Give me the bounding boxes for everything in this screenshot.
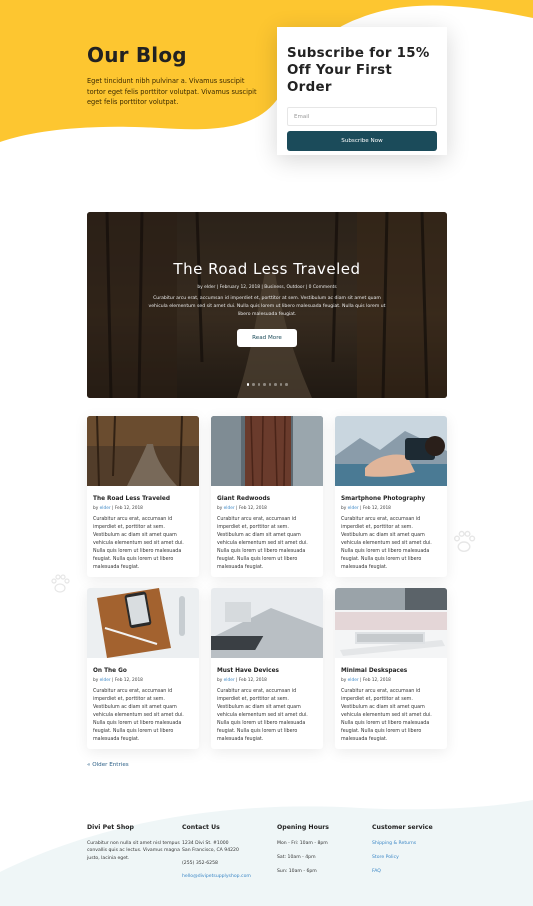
footer-link-shipping[interactable]: Shipping & Returns (372, 840, 447, 847)
post-card[interactable]: Minimal Deskspaces by elder | Feb 12, 201… (335, 588, 447, 749)
post-card-body: Smartphone Photography by elder | Feb 12,… (335, 486, 447, 572)
post-meta: by elder | Feb 12, 2018 (93, 678, 143, 683)
footer-hours-title: Opening Hours (277, 824, 329, 831)
slider-dot[interactable] (257, 383, 260, 386)
featured-post-slider[interactable]: The Road Less Traveled by elder | Februa… (87, 212, 447, 398)
page-title: Our Blog (87, 43, 187, 67)
post-title[interactable]: On The Go (93, 668, 193, 674)
footer-hours-row: Sat: 10am - 4pm (277, 855, 316, 860)
post-date: Feb 12, 2018 (238, 678, 267, 683)
post-author-link[interactable]: elder (100, 506, 111, 511)
email-placeholder: Email (294, 113, 310, 120)
slide-excerpt: Curabitur arcu erat, accumsan id imperdi… (148, 296, 386, 317)
post-card-body: The Road Less Traveled by elder | Feb 12,… (87, 486, 199, 572)
slider-dot[interactable] (274, 383, 277, 386)
post-card-body: Minimal Deskspaces by elder | Feb 12, 201… (335, 658, 447, 744)
slider-dot[interactable] (279, 383, 282, 386)
footer-email-link[interactable]: hello@divipetsupplyshop.com (182, 873, 277, 880)
post-thumbnail[interactable] (87, 416, 199, 486)
post-thumbnail[interactable] (211, 416, 323, 486)
slider-dot[interactable] (246, 383, 249, 386)
slider-dot[interactable] (285, 383, 288, 386)
hero-section: Our Blog Eget tincidunt nibh pulvinar a.… (87, 43, 262, 108)
post-card[interactable]: Smartphone Photography by elder | Feb 12,… (335, 416, 447, 577)
hero-description: Eget tincidunt nibh pulvinar a. Vivamus … (87, 77, 257, 106)
post-excerpt: Curabitur arcu erat, accumsan id imperdi… (217, 689, 308, 742)
post-date: Feb 12, 2018 (362, 678, 391, 683)
post-title[interactable]: The Road Less Traveled (93, 496, 193, 502)
post-date: Feb 12, 2018 (362, 506, 391, 511)
post-card[interactable]: The Road Less Traveled by elder | Feb 12,… (87, 416, 199, 577)
post-meta: by elder | Feb 12, 2018 (341, 678, 391, 683)
footer-phone[interactable]: (255) 352-6258 (182, 860, 277, 867)
slider-dot[interactable] (252, 383, 255, 386)
post-card-body: Must Have Devices by elder | Feb 12, 2018… (211, 658, 323, 744)
footer-hours-row: Mon - Fri: 10am - 8pm (277, 841, 328, 846)
post-thumbnail[interactable] (335, 588, 447, 658)
footer-link-faq[interactable]: FAQ (372, 868, 447, 875)
footer: Divi Pet Shop Curabitur non nulla sit am… (87, 824, 447, 880)
post-card-body: Giant Redwoods by elder | Feb 12, 2018 Cur… (211, 486, 323, 572)
subscribe-card: Subscribe for 15% Off Your First Order E… (277, 27, 447, 155)
footer-shop-text: Curabitur non nulla sit amet nisl tempus… (87, 841, 180, 861)
email-input[interactable]: Email (287, 107, 437, 126)
post-thumbnail[interactable] (211, 588, 323, 658)
footer-contact-column: Contact Us 1234 Divi St. #1000 San Franc… (182, 824, 277, 880)
post-author-link[interactable]: elder (100, 678, 111, 683)
post-excerpt: Curabitur arcu erat, accumsan id imperdi… (341, 517, 432, 570)
slide-title: The Road Less Traveled (173, 260, 361, 278)
slider-dot[interactable] (268, 383, 271, 386)
footer-address-line: San Francisco, CA 94220 (182, 848, 239, 853)
post-author-link[interactable]: elder (348, 678, 359, 683)
post-date: Feb 12, 2018 (114, 678, 143, 683)
older-entries-link[interactable]: « Older Entries (87, 762, 129, 768)
footer-service-title: Customer service (372, 824, 433, 831)
post-excerpt: Curabitur arcu erat, accumsan id imperdi… (341, 689, 432, 742)
paw-print-decoration (453, 530, 476, 553)
post-excerpt: Curabitur arcu erat, accumsan id imperdi… (93, 689, 184, 742)
post-card[interactable]: Giant Redwoods by elder | Feb 12, 2018 Cur… (211, 416, 323, 577)
footer-shop-title: Divi Pet Shop (87, 824, 134, 831)
slider-pagination (87, 383, 447, 386)
post-thumbnail[interactable] (335, 416, 447, 486)
post-author-link[interactable]: elder (224, 678, 235, 683)
post-title[interactable]: Minimal Deskspaces (341, 668, 441, 674)
post-meta: by elder | Feb 12, 2018 (217, 506, 267, 511)
post-grid: The Road Less Traveled by elder | Feb 12,… (87, 416, 447, 749)
post-card[interactable]: On The Go by elder | Feb 12, 2018 Curabitu… (87, 588, 199, 749)
slide-meta: by elder | February 12, 2018 | Business,… (197, 285, 337, 290)
post-author-link[interactable]: elder (348, 506, 359, 511)
subscribe-button[interactable]: Subscribe Now (287, 131, 437, 151)
post-meta: by elder | Feb 12, 2018 (93, 506, 143, 511)
footer-hours-column: Opening Hours Mon - Fri: 10am - 8pm Sat:… (277, 824, 372, 880)
footer-contact-title: Contact Us (182, 824, 220, 831)
read-more-button[interactable]: Read More (237, 329, 297, 347)
post-title[interactable]: Giant Redwoods (217, 496, 317, 502)
subscribe-title: Subscribe for 15% Off Your First Order (287, 46, 430, 95)
post-title[interactable]: Smartphone Photography (341, 496, 441, 502)
footer-hours-row: Sun: 10am - 6pm (277, 869, 317, 874)
post-card-body: On The Go by elder | Feb 12, 2018 Curabitu… (87, 658, 199, 744)
post-date: Feb 12, 2018 (238, 506, 267, 511)
footer-address-line: 1234 Divi St. #1000 (182, 841, 229, 846)
post-title[interactable]: Must Have Devices (217, 668, 317, 674)
post-author-link[interactable]: elder (224, 506, 235, 511)
post-meta: by elder | Feb 12, 2018 (341, 506, 391, 511)
paw-print-decoration (51, 574, 70, 593)
slider-dot[interactable] (263, 383, 266, 386)
slide-content: The Road Less Traveled by elder | Februa… (87, 260, 447, 347)
post-meta: by elder | Feb 12, 2018 (217, 678, 267, 683)
post-excerpt: Curabitur arcu erat, accumsan id imperdi… (93, 517, 184, 570)
post-date: Feb 12, 2018 (114, 506, 143, 511)
post-excerpt: Curabitur arcu erat, accumsan id imperdi… (217, 517, 308, 570)
footer-service-column: Customer service Shipping & Returns Stor… (372, 824, 447, 880)
post-card[interactable]: Must Have Devices by elder | Feb 12, 2018… (211, 588, 323, 749)
footer-shop-column: Divi Pet Shop Curabitur non nulla sit am… (87, 824, 182, 880)
post-thumbnail[interactable] (87, 588, 199, 658)
footer-link-policy[interactable]: Store Policy (372, 854, 447, 861)
